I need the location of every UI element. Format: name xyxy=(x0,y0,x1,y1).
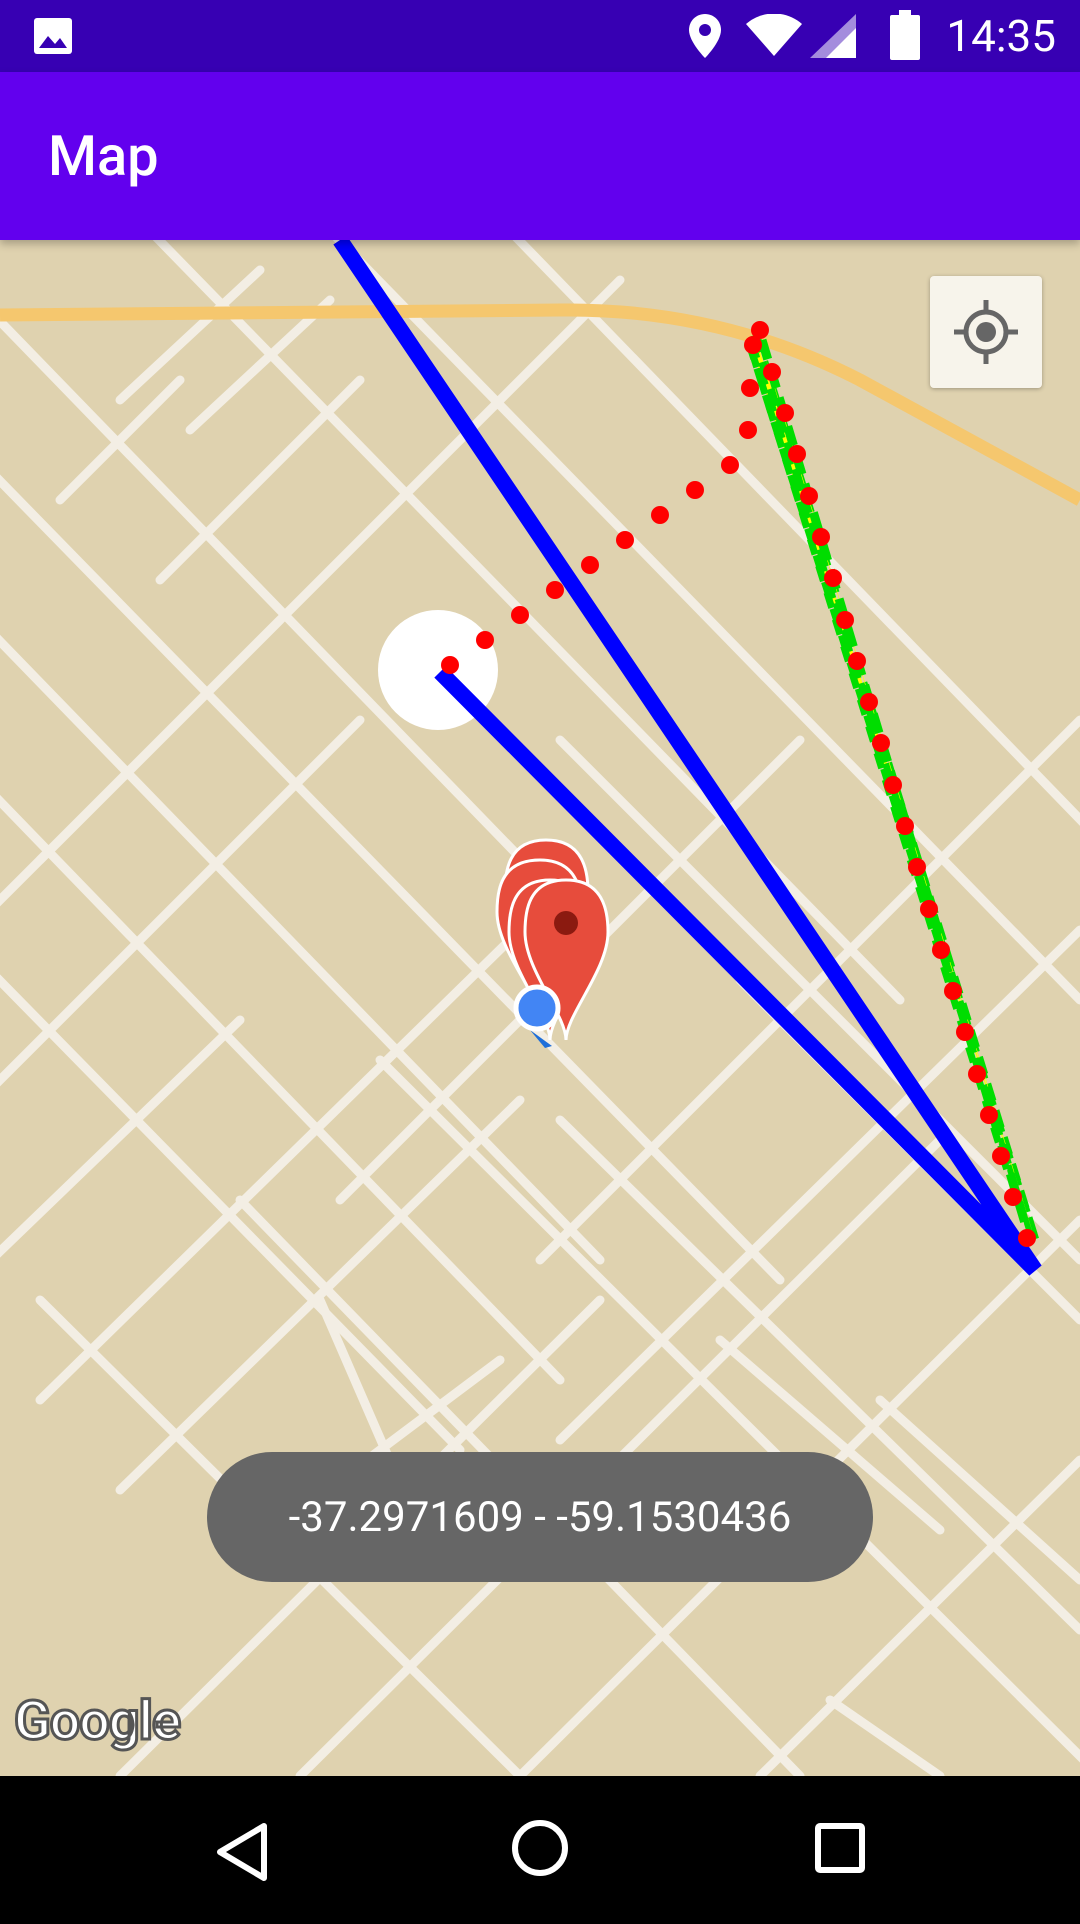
wifi-icon xyxy=(746,14,802,56)
back-icon xyxy=(217,1823,267,1881)
navigation-bar xyxy=(0,1776,1080,1920)
user-location-dot xyxy=(513,984,561,1048)
home-button[interactable] xyxy=(480,1776,600,1920)
recents-button[interactable] xyxy=(780,1776,900,1920)
toast-message: -37.2971609 - -59.1530436 xyxy=(207,1452,873,1582)
battery-icon xyxy=(890,10,920,60)
my-location-button[interactable] xyxy=(930,276,1042,388)
status-bar: 14:35 xyxy=(0,0,1080,72)
cell-signal-icon xyxy=(810,14,856,58)
location-pin-icon xyxy=(689,14,721,58)
recents-icon xyxy=(815,1823,865,1873)
page-title: Map xyxy=(48,123,159,189)
back-button[interactable] xyxy=(180,1776,300,1920)
home-icon xyxy=(512,1820,568,1876)
app-bar: Map xyxy=(0,72,1080,240)
gallery-icon xyxy=(34,18,72,54)
google-attribution-logo[interactable]: Google xyxy=(12,1689,182,1755)
main-road xyxy=(0,303,1080,506)
my-location-icon xyxy=(954,300,1018,364)
clock: 14:35 xyxy=(946,10,1056,62)
toast-text: -37.2971609 - -59.1530436 xyxy=(288,1492,792,1542)
polyline-dotted xyxy=(441,321,1036,1247)
